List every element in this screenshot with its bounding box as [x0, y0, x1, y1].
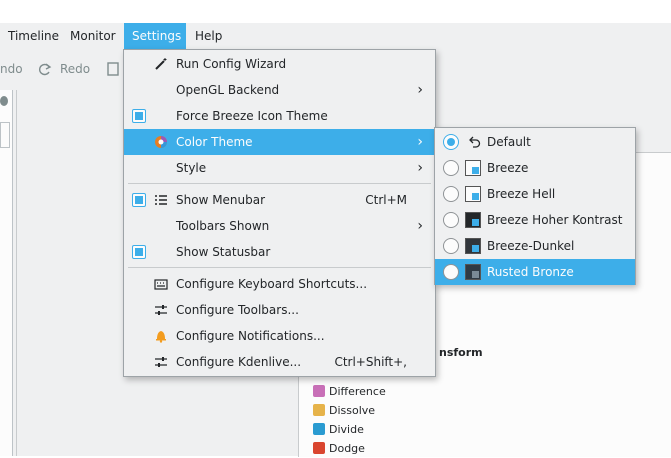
effect-icon	[313, 423, 325, 435]
effect-category-heading: nsform	[439, 346, 483, 359]
chevron-right-icon: ›	[417, 134, 423, 150]
menu-item-label: Default	[487, 135, 531, 149]
radio-unselected-icon[interactable]	[443, 212, 459, 228]
menu-item-label: Color Theme	[176, 135, 253, 149]
effect-icon	[313, 404, 325, 416]
dock-handle-icon[interactable]	[0, 96, 8, 106]
effect-label: Dodge	[329, 442, 365, 455]
menu-item-configure-keyboard-shortcuts[interactable]: Configure Keyboard Shortcuts...	[124, 271, 435, 297]
keyboard-icon	[154, 279, 168, 290]
menu-item-label: Style	[176, 161, 207, 175]
menu-monitor[interactable]: Monitor	[62, 23, 124, 50]
menu-item-label: OpenGL Backend	[176, 83, 280, 97]
effect-label: Difference	[329, 385, 386, 398]
paste-icon[interactable]	[106, 61, 120, 77]
theme-swatch-icon	[465, 186, 481, 202]
menu-item-label: Configure Toolbars...	[176, 303, 299, 317]
effect-item-dissolve[interactable]: Dissolve	[313, 401, 375, 420]
theme-swatch-icon	[465, 238, 481, 254]
undo-icon	[469, 136, 481, 148]
menu-item-label: Configure Keyboard Shortcuts...	[176, 277, 368, 291]
menu-separator	[128, 183, 431, 184]
menu-item-shortcut: Ctrl+Shift+,	[334, 355, 407, 369]
menu-item-run-config-wizard[interactable]: Run Config Wizard	[124, 51, 435, 77]
redo-icon[interactable]	[38, 62, 52, 76]
menu-item-configure-notifications[interactable]: Configure Notifications...	[124, 323, 435, 349]
sliders-icon	[155, 357, 167, 367]
menu-item-style[interactable]: Style ›	[124, 155, 435, 181]
menu-item-configure-toolbars[interactable]: Configure Toolbars...	[124, 297, 435, 323]
radio-unselected-icon[interactable]	[443, 264, 459, 280]
chevron-right-icon: ›	[417, 218, 423, 234]
chevron-right-icon: ›	[417, 160, 423, 176]
effect-icon	[313, 442, 325, 454]
theme-item-breeze-hell[interactable]: Breeze Hell	[435, 181, 635, 207]
menu-item-label: Breeze-Dunkel	[487, 239, 575, 253]
menu-item-show-statusbar[interactable]: Show Statusbar	[124, 239, 435, 265]
menu-item-label: Breeze Hoher Kontrast	[487, 213, 623, 227]
wand-icon	[155, 58, 167, 70]
theme-item-breeze[interactable]: Breeze	[435, 155, 635, 181]
menu-item-label: Configure Notifications...	[176, 329, 325, 343]
theme-item-default[interactable]: Default	[435, 129, 635, 155]
color-theme-submenu: Default Breeze Breeze Hell Breeze Hoher …	[434, 127, 636, 285]
settings-menu: Run Config Wizard OpenGL Backend › Force…	[123, 49, 436, 377]
redo-button[interactable]: Redo	[60, 62, 90, 76]
menu-item-label: Show Menubar	[176, 193, 266, 207]
theme-item-breeze-hoher-kontrast[interactable]: Breeze Hoher Kontrast	[435, 207, 635, 233]
menu-item-color-theme[interactable]: Color Theme ›	[124, 129, 435, 155]
radio-unselected-icon[interactable]	[443, 238, 459, 254]
sliders-icon	[155, 305, 167, 315]
theme-item-rusted-bronze[interactable]: Rusted Bronze	[435, 259, 635, 285]
dock-field[interactable]	[0, 122, 10, 148]
menu-item-opengl-backend[interactable]: OpenGL Backend ›	[124, 77, 435, 103]
menu-item-force-breeze-icon-theme[interactable]: Force Breeze Icon Theme	[124, 103, 435, 129]
effect-label: Dissolve	[329, 404, 376, 417]
radio-unselected-icon[interactable]	[443, 160, 459, 176]
checkbox-checked-icon[interactable]	[132, 109, 146, 123]
menu-item-configure-kdenlive[interactable]: Configure Kdenlive... Ctrl+Shift+,	[124, 349, 435, 375]
checkbox-checked-icon[interactable]	[132, 245, 146, 259]
effect-item-dodge[interactable]: Dodge	[313, 439, 365, 458]
theme-item-breeze-dunkel[interactable]: Breeze-Dunkel	[435, 233, 635, 259]
menu-timeline[interactable]: Timeline	[0, 23, 67, 50]
chevron-right-icon: ›	[417, 82, 423, 98]
menu-item-label: Rusted Bronze	[487, 265, 574, 279]
color-wheel-icon	[155, 136, 167, 148]
menu-settings[interactable]: Settings	[124, 23, 186, 50]
menu-help[interactable]: Help	[187, 23, 230, 50]
radio-unselected-icon[interactable]	[443, 186, 459, 202]
menu-item-show-menubar[interactable]: Show Menubar Ctrl+M	[124, 187, 435, 213]
effect-item-divide[interactable]: Divide	[313, 420, 364, 439]
menu-item-label: Breeze	[487, 161, 529, 175]
menu-item-toolbars-shown[interactable]: Toolbars Shown ›	[124, 213, 435, 239]
theme-swatch-icon	[465, 212, 481, 228]
menu-item-shortcut: Ctrl+M	[365, 193, 407, 207]
left-dock	[0, 90, 13, 456]
menu-item-label: Configure Kdenlive...	[176, 355, 302, 369]
menu-item-label: Breeze Hell	[487, 187, 556, 201]
menu-item-label: Toolbars Shown	[176, 219, 270, 233]
checkbox-checked-icon[interactable]	[132, 193, 146, 207]
effect-item-difference[interactable]: Difference	[313, 382, 386, 401]
menubar: Timeline Monitor Settings Help	[0, 23, 671, 50]
menu-item-label: Show Statusbar	[176, 245, 271, 259]
effect-icon	[313, 385, 325, 397]
bell-icon	[156, 331, 166, 343]
effect-label: Divide	[329, 423, 364, 436]
undo-button[interactable]: ndo	[0, 62, 23, 76]
theme-swatch-icon	[465, 264, 481, 280]
menubar-icon	[155, 195, 167, 205]
theme-swatch-icon	[465, 160, 481, 176]
menu-item-label: Force Breeze Icon Theme	[176, 109, 328, 123]
menu-item-label: Run Config Wizard	[176, 57, 287, 71]
menu-separator	[128, 267, 431, 268]
radio-selected-icon[interactable]	[443, 134, 459, 150]
